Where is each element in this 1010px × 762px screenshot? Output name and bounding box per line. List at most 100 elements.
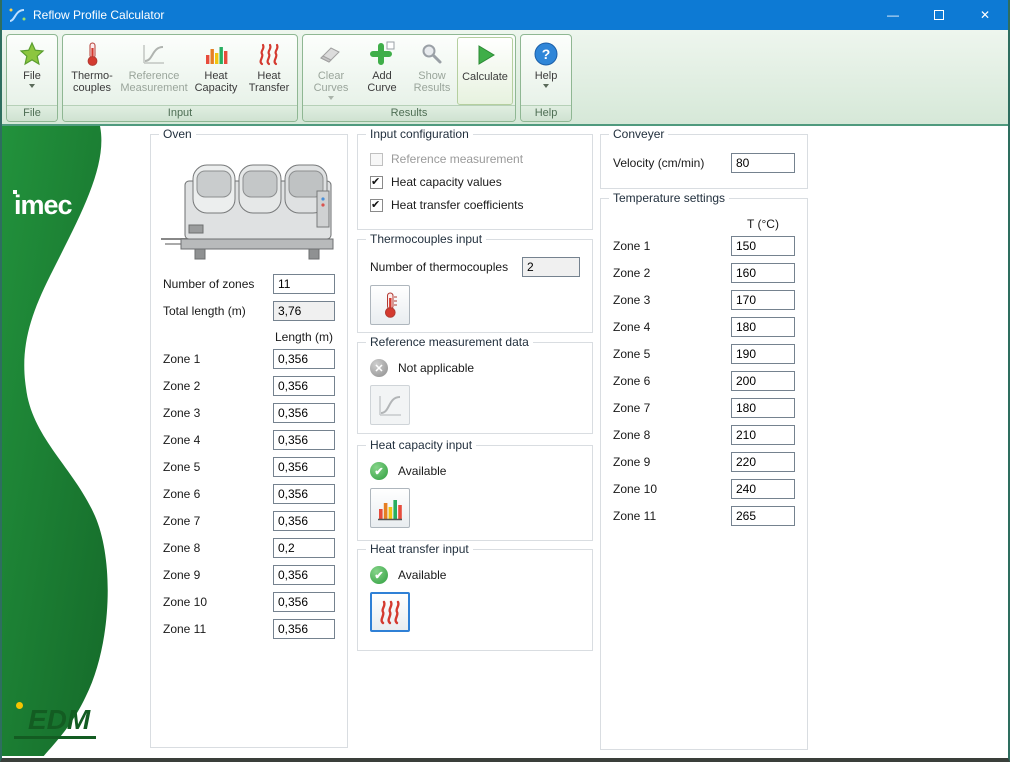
zone-temp-input[interactable] xyxy=(731,479,795,499)
zone-temp-input[interactable] xyxy=(731,371,795,391)
conveyer-title: Conveyer xyxy=(609,127,669,141)
zone-temp-label: Zone 9 xyxy=(613,455,651,469)
input-configuration-title: Input configuration xyxy=(366,127,473,141)
heat-transfer-input-title: Heat transfer input xyxy=(366,542,473,556)
help-icon: ? xyxy=(532,40,560,68)
show-results-button: Show Results xyxy=(407,37,457,105)
zone-length-input[interactable] xyxy=(273,376,335,396)
temperature-column-header: T (°C) xyxy=(747,217,779,231)
zone-length-label: Zone 3 xyxy=(163,406,201,420)
imec-logo: imec xyxy=(13,190,73,220)
heat-transfer-button[interactable]: Heat Transfer xyxy=(243,37,295,105)
calculate-button-label: Calculate xyxy=(462,71,508,83)
not-applicable-icon: ✕ xyxy=(370,359,388,377)
add-plus-icon xyxy=(368,40,396,68)
zone-temp-input[interactable] xyxy=(731,506,795,526)
heat-capacity-values-checkbox[interactable] xyxy=(370,175,383,189)
heat-capacity-input-button[interactable] xyxy=(370,488,410,528)
help-button[interactable]: ? Help xyxy=(523,37,569,105)
clear-curves-button: Clear Curves xyxy=(305,37,357,105)
velocity-input[interactable] xyxy=(731,153,795,173)
zone-temp-label: Zone 3 xyxy=(613,293,651,307)
heat-transfer-coefficients-checkbox[interactable] xyxy=(370,198,383,212)
zone-length-input[interactable] xyxy=(273,619,335,639)
file-button-label: File xyxy=(23,70,41,82)
reference-measurement-data-groupbox: Reference measurement data ✕ Not applica… xyxy=(357,335,593,434)
input-configuration-groupbox: Input configuration Reference measuremen… xyxy=(357,127,593,230)
calculate-button[interactable]: Calculate xyxy=(457,37,513,105)
oven-groupbox-title: Oven xyxy=(159,127,196,141)
clear-curves-button-label: Clear Curves xyxy=(313,70,349,94)
reference-data-button xyxy=(370,385,410,425)
velocity-label: Velocity (cm/min) xyxy=(613,156,705,170)
thermometer-icon xyxy=(78,40,106,68)
bar-chart-icon xyxy=(378,500,402,521)
add-curve-button-label: Add Curve xyxy=(367,70,397,94)
zone-temp-input[interactable] xyxy=(731,236,795,256)
zone-length-input[interactable] xyxy=(273,349,335,369)
zone-temp-input[interactable] xyxy=(731,425,795,445)
zone-temp-input[interactable] xyxy=(731,290,795,310)
zone-length-input[interactable] xyxy=(273,565,335,585)
zone-temp-label: Zone 2 xyxy=(613,266,651,280)
heat-transfer-button-label: Heat Transfer xyxy=(248,70,290,94)
zone-temp-label: Zone 5 xyxy=(613,347,651,361)
maximize-button[interactable] xyxy=(916,0,962,30)
heat-transfer-status: Available xyxy=(398,568,447,582)
zone-length-input[interactable] xyxy=(273,592,335,612)
thermocouples-input-groupbox: Thermocouples input Number of thermocoup… xyxy=(357,232,593,333)
zone-temp-input[interactable] xyxy=(731,344,795,364)
zone-temp-input[interactable] xyxy=(731,452,795,472)
zone-length-input[interactable] xyxy=(273,511,335,531)
zone-temp-input[interactable] xyxy=(731,317,795,337)
dropdown-arrow-icon xyxy=(29,84,35,88)
heat-transfer-input-button[interactable] xyxy=(370,592,410,632)
zone-temp-input[interactable] xyxy=(731,263,795,283)
ribbon-caption-results: Results xyxy=(303,105,515,121)
ribbon-group-file: File File xyxy=(6,34,58,122)
thermocouples-input-button[interactable] xyxy=(370,285,410,325)
edm-logo: EDM xyxy=(14,702,97,739)
ribbon-caption-input: Input xyxy=(63,105,297,121)
heat-capacity-values-checkbox-label: Heat capacity values xyxy=(391,175,502,189)
number-of-thermocouples-label: Number of thermocouples xyxy=(370,260,509,274)
file-button[interactable]: File xyxy=(9,37,55,105)
star-icon xyxy=(18,40,46,68)
zone-length-input[interactable] xyxy=(273,457,335,477)
temperature-settings-groupbox: Temperature settings T (°C) Zone 1 Zone … xyxy=(600,191,808,750)
reference-measurement-checkbox-label: Reference measurement xyxy=(391,152,524,166)
length-column-header: Length (m) xyxy=(274,330,334,344)
total-length-label: Total length (m) xyxy=(163,304,246,318)
app-window: Reflow Profile Calculator — ✕ File File xyxy=(0,0,1010,762)
heat-capacity-status: Available xyxy=(398,464,447,478)
zone-length-label: Zone 11 xyxy=(163,622,207,636)
total-length-input xyxy=(273,301,335,321)
thermocouples-button-label: Thermo-couples xyxy=(71,70,113,94)
thermocouples-button[interactable]: Thermo-couples xyxy=(65,37,119,105)
zone-length-input[interactable] xyxy=(273,403,335,423)
zone-length-label: Zone 7 xyxy=(163,514,201,528)
dropdown-arrow-icon xyxy=(328,96,334,100)
minimize-button[interactable]: — xyxy=(870,0,916,30)
close-button[interactable]: ✕ xyxy=(962,0,1008,30)
heat-capacity-button[interactable]: Heat Capacity xyxy=(189,37,243,105)
add-curve-button[interactable]: Add Curve xyxy=(357,37,407,105)
ribbon-group-help: ? Help Help xyxy=(520,34,572,122)
app-icon xyxy=(8,6,28,24)
zone-length-label: Zone 2 xyxy=(163,379,201,393)
reference-measurement-button-label: Reference Measurement xyxy=(120,70,188,94)
number-of-zones-label: Number of zones xyxy=(163,277,255,291)
zone-temp-input[interactable] xyxy=(731,398,795,418)
curve-icon xyxy=(379,396,401,416)
magnifier-icon xyxy=(418,40,446,68)
heat-waves-icon xyxy=(380,600,400,625)
ribbon-group-input: Thermo-couples Reference Measurement Hea… xyxy=(62,34,298,122)
number-of-thermocouples-input xyxy=(522,257,580,277)
zone-length-label: Zone 4 xyxy=(163,433,201,447)
zone-length-input[interactable] xyxy=(273,484,335,504)
zone-length-input[interactable] xyxy=(273,538,335,558)
number-of-zones-input[interactable] xyxy=(273,274,335,294)
ribbon-caption-file: File xyxy=(7,105,57,121)
zone-length-input[interactable] xyxy=(273,430,335,450)
ribbon: File File Thermo-couples Reference Measu… xyxy=(2,30,1008,126)
